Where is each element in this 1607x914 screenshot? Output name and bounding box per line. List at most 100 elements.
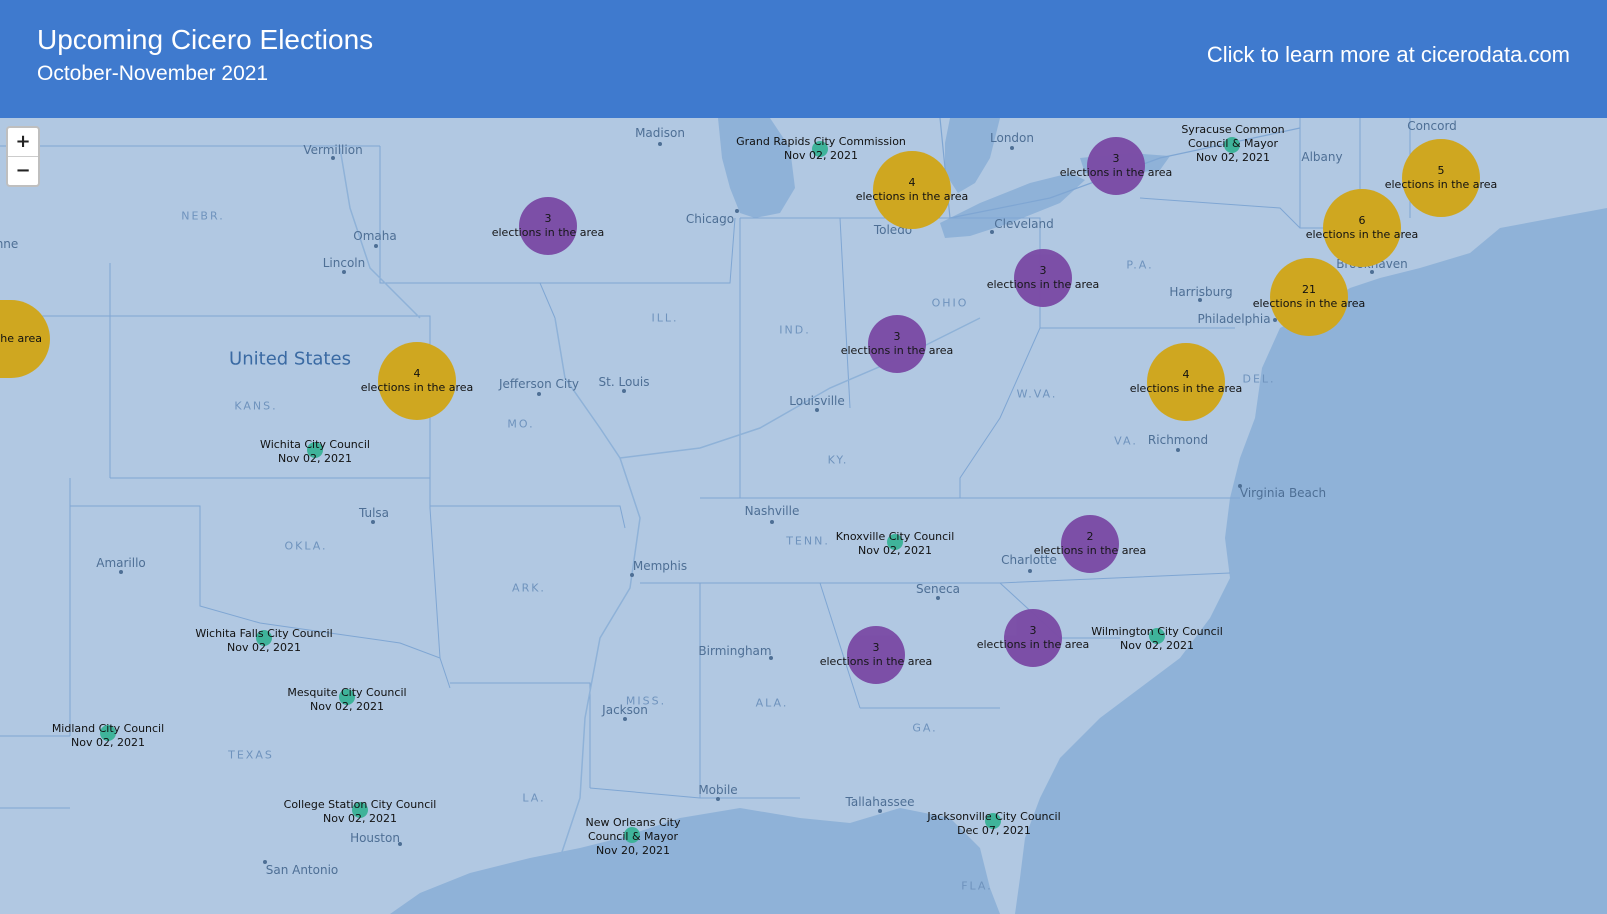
city-label: Albany [1301,150,1343,164]
city-label: Seneca [916,582,960,596]
election-label: Knoxville City Council Nov 02, 2021 [836,530,955,558]
city-dot [331,156,335,160]
election-cluster[interactable]: 2 elections in the area [1034,515,1146,573]
state-label: OKLA. [284,539,328,553]
election-name: Wichita City Council [260,438,370,451]
city-label: Amarillo [96,556,146,570]
election-label: Syracuse Common Council & Mayor Nov 02, … [1173,123,1293,165]
city-dot [716,797,720,801]
page-title: Upcoming Cicero Elections [37,24,374,55]
city-dot [769,656,773,660]
election-cluster[interactable]: 3 elections in the area [977,609,1089,667]
state-label: NEBR. [181,209,225,223]
election-cluster[interactable]: 3 elections in the area [492,197,604,255]
city-dot [878,809,882,813]
city-dot [1370,270,1374,274]
city-dot [622,389,626,393]
election-date: Nov 02, 2021 [278,452,352,465]
page-subtitle: October-November 2021 [37,62,269,85]
city-dot [623,717,627,721]
city-dot [263,860,267,864]
state-label: GA. [912,721,938,735]
state-label: TENN. [786,534,830,548]
state-label: KY. [827,453,849,467]
city-label: Nashville [744,504,800,518]
city-label: Tulsa [358,506,390,520]
city-label: Birmingham [698,644,772,658]
election-name: College Station City Council [283,798,437,811]
election-cluster[interactable]: 4 elections in the area [361,342,473,420]
city-dot [990,230,994,234]
election-cluster[interactable]: 3 elections in the area [987,249,1099,307]
election-name: Wichita Falls City Council [195,627,333,640]
election-date: Nov 20, 2021 [596,844,670,857]
election-name: Jacksonville City Council [927,810,1061,823]
city-dot [1176,448,1180,452]
election-label: Jacksonville City Council Dec 07, 2021 [927,810,1060,838]
city-dot [630,573,634,577]
rivers [339,147,981,859]
city-label: Louisville [789,394,845,408]
city-dot [398,842,402,846]
city-dot [374,244,378,248]
city-label: Concord [1407,119,1457,133]
city-label: Jackson [602,703,648,717]
election-cluster[interactable]: 3 elections in the area [820,626,932,684]
city-label: Harrisburg [1169,285,1233,299]
cicero-link[interactable]: Click to learn more at cicerodata.com [1207,42,1570,68]
election-name: New Orleans City Council & Mayor [585,816,681,843]
election-date: Nov 02, 2021 [858,544,932,557]
city-dot [537,392,541,396]
city-dot [1010,146,1014,150]
city-label: Philadelphia [1197,312,1271,326]
election-name: Mesquite City Council [287,686,407,699]
election-label: Wichita City Council Nov 02, 2021 [260,438,370,466]
state-label: W.VA. [1016,387,1058,401]
city-label: San Antonio [265,863,339,877]
election-cluster[interactable]: 3 elections in the area [841,315,953,373]
page: Upcoming Cicero Elections October-Novemb… [0,0,1607,914]
header-banner: Upcoming Cicero Elections October-Novemb… [0,0,1607,118]
election-cluster[interactable]: 21 elections in the area [1253,258,1365,336]
city-dot [658,142,662,146]
election-date: Nov 02, 2021 [784,149,858,162]
city-dot [371,520,375,524]
election-label: Wilmington City Council Nov 02, 2021 [1091,625,1223,653]
election-cluster[interactable]: 6 elections in the area [1306,189,1418,267]
election-cluster[interactable]: 4 elections in the area [1130,343,1242,421]
city-dot [119,570,123,574]
zoom-control: + − [6,126,40,187]
city-label: London [990,131,1034,145]
election-name: Knoxville City Council [835,530,955,543]
state-label: LA. [522,791,546,805]
state-label: FLA. [961,879,993,893]
city-label: Houston [350,831,400,845]
election-map[interactable]: + − United States NEBR. KANS. OKLA. TEXA… [0,118,1607,914]
election-date: Nov 02, 2021 [227,641,301,654]
state-label: ARK. [512,581,546,595]
lake-huron [945,118,1000,193]
city-dot [1198,298,1202,302]
state-label: OHIO [931,296,969,310]
state-label: MO. [507,417,535,431]
city-label: Virginia Beach [1239,486,1327,500]
election-cluster[interactable]: 3 elections in the area [1060,137,1172,195]
election-date: Nov 02, 2021 [1120,639,1194,652]
election-date: Nov 02, 2021 [310,700,384,713]
election-name: Wilmington City Council [1091,625,1223,638]
election-cluster[interactable]: 5 elections in the area [1385,139,1497,217]
election-date: Nov 02, 2021 [323,812,397,825]
election-date: Nov 02, 2021 [1196,151,1270,164]
election-label: Grand Rapids City Commission Nov 02, 202… [736,135,906,163]
election-date: Dec 07, 2021 [957,824,1031,837]
election-name: Syracuse Common Council & Mayor [1181,123,1285,150]
zoom-in-button[interactable]: + [8,128,38,156]
city-label: Omaha [353,229,397,243]
gulf-of-mexico [390,808,1000,914]
city-dot [1028,569,1032,573]
election-label: Midland City Council Nov 02, 2021 [52,722,164,750]
city-dot [735,209,739,213]
city-label: Jefferson City [498,377,580,391]
city-label: Chicago [685,212,735,226]
zoom-out-button[interactable]: − [8,156,38,185]
